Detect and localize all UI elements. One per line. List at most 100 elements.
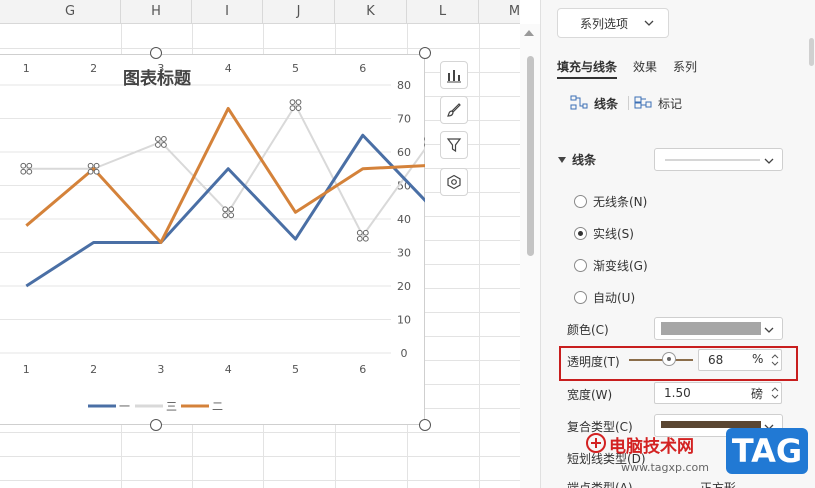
radio-label: 自动(U) bbox=[593, 290, 636, 305]
y-tick-label: 80 bbox=[397, 79, 411, 92]
transparency-spinner-icon[interactable] bbox=[770, 351, 780, 369]
radio-label: 渐变线(G) bbox=[593, 258, 648, 273]
chart-area[interactable]: 0102030405060708011223344556677图表标题一三二 bbox=[0, 54, 437, 426]
radio-circle-checked[interactable] bbox=[574, 226, 587, 240]
line-preview-swatch bbox=[665, 159, 760, 161]
subtab-line[interactable]: 线条 bbox=[570, 95, 618, 111]
transparency-label: 透明度(T) bbox=[567, 355, 620, 369]
legend-label-3: 二 bbox=[212, 400, 223, 413]
grid-line-horizontal bbox=[0, 48, 520, 49]
selected-point-marker bbox=[26, 162, 33, 169]
transparency-slider-knob[interactable] bbox=[662, 352, 676, 366]
column-header-m[interactable]: M bbox=[479, 0, 520, 24]
width-unit: 磅 bbox=[751, 387, 764, 401]
selected-point-marker bbox=[20, 162, 27, 169]
transparency-slider-track[interactable] bbox=[629, 359, 693, 361]
selected-point-marker bbox=[87, 162, 94, 169]
resize-handle-bottom-right[interactable] bbox=[419, 419, 431, 431]
column-header-g[interactable]: G bbox=[20, 0, 121, 24]
chevron-down-icon bbox=[644, 20, 654, 26]
legend-label-2: 三 bbox=[166, 400, 177, 413]
selected-point-marker bbox=[289, 99, 296, 105]
column-header-i[interactable]: I bbox=[192, 0, 263, 24]
selected-point-marker bbox=[362, 229, 369, 236]
selected-point-marker bbox=[93, 168, 100, 175]
width-value: 1.50 bbox=[664, 386, 691, 400]
spreadsheet[interactable]: GHIJKLM 0102030405060708011223344556677图… bbox=[0, 0, 520, 488]
x-tick-label-bottom: 3 bbox=[157, 363, 164, 376]
radio-gradient-line[interactable]: 渐变线(G) bbox=[574, 257, 648, 273]
resize-handle-top-right[interactable] bbox=[419, 47, 431, 59]
subtab-marker-label: 标记 bbox=[658, 96, 683, 111]
active-tab-indicator bbox=[557, 77, 617, 79]
y-tick-label: 20 bbox=[397, 280, 411, 293]
radio-circle[interactable] bbox=[574, 258, 587, 272]
selected-point-marker bbox=[362, 235, 369, 242]
scroll-up-icon[interactable] bbox=[524, 30, 534, 36]
selected-point-marker bbox=[356, 235, 363, 242]
selected-point-marker bbox=[155, 142, 161, 148]
y-tick-label: 60 bbox=[397, 146, 411, 159]
x-tick-label-bottom: 1 bbox=[23, 363, 30, 376]
watermark-text: 电脑技术网 bbox=[609, 437, 694, 457]
radio-auto[interactable]: 自动(U) bbox=[574, 289, 635, 305]
color-swatch bbox=[661, 322, 761, 335]
selected-point-marker bbox=[295, 99, 302, 105]
resize-handle-top[interactable] bbox=[150, 47, 162, 59]
selected-point-marker bbox=[228, 206, 235, 213]
color-label: 颜色(C) bbox=[567, 323, 609, 337]
width-spinner-icon[interactable] bbox=[770, 384, 780, 402]
line-preset-dropdown[interactable] bbox=[654, 148, 783, 171]
color-dropdown[interactable] bbox=[654, 317, 783, 340]
y-tick-label: 10 bbox=[397, 314, 411, 327]
cap-type-label: 端点类型(A) bbox=[567, 481, 633, 488]
column-header-bar: GHIJKLM bbox=[0, 0, 520, 24]
tab-series[interactable]: 系列 bbox=[673, 58, 697, 75]
collapse-triangle-icon bbox=[558, 156, 566, 163]
selected-point-marker bbox=[87, 168, 94, 175]
column-header-h[interactable]: H bbox=[121, 0, 192, 24]
hexagon-gear-icon bbox=[447, 174, 461, 190]
selected-point-marker bbox=[228, 212, 235, 219]
column-header-l[interactable]: L bbox=[407, 0, 479, 24]
radio-solid-line[interactable]: 实线(S) bbox=[574, 225, 634, 241]
radio-circle[interactable] bbox=[574, 194, 587, 208]
subtab-line-label: 线条 bbox=[594, 96, 619, 111]
tab-effects[interactable]: 效果 bbox=[633, 58, 657, 75]
x-tick-label-top: 2 bbox=[90, 62, 97, 75]
line-chart[interactable]: 0102030405060708011223344556677图表标题一三二 bbox=[0, 55, 437, 426]
panel-scrollbar[interactable] bbox=[809, 38, 814, 66]
transparency-value: 68 bbox=[708, 353, 724, 367]
chart-elements-icon bbox=[447, 70, 461, 83]
grid-line-vertical bbox=[479, 24, 480, 488]
line-section-title: 线条 bbox=[572, 153, 597, 167]
selected-point-marker bbox=[20, 168, 27, 175]
x-tick-label-top: 1 bbox=[23, 62, 30, 75]
y-tick-label: 40 bbox=[397, 213, 411, 226]
column-header-k[interactable]: K bbox=[335, 0, 407, 24]
column-header-j[interactable]: J bbox=[263, 0, 335, 24]
width-label: 宽度(W) bbox=[567, 388, 613, 402]
legend-label-1: 一 bbox=[119, 400, 130, 413]
chart-settings-button[interactable] bbox=[440, 168, 468, 196]
tab-fill-line[interactable]: 填充与线条 bbox=[557, 58, 617, 75]
chart-style-button[interactable] bbox=[440, 96, 468, 124]
grid-line-horizontal bbox=[0, 480, 520, 481]
x-tick-label-top: 4 bbox=[225, 62, 232, 75]
line-section-header[interactable]: 线条 bbox=[558, 151, 596, 168]
chevron-down-icon bbox=[764, 327, 774, 333]
scrollbar-thumb[interactable] bbox=[527, 56, 534, 256]
selected-point-marker bbox=[93, 162, 100, 169]
transparency-unit: % bbox=[752, 352, 764, 366]
watermark-logo-icon bbox=[586, 433, 606, 453]
resize-handle-bottom[interactable] bbox=[150, 419, 162, 431]
radio-no-line[interactable]: 无线条(N) bbox=[574, 193, 647, 209]
marker-style-icon bbox=[634, 96, 652, 109]
x-tick-label-bottom: 2 bbox=[90, 363, 97, 376]
chart-elements-button[interactable] bbox=[440, 61, 468, 89]
x-tick-label-bottom: 4 bbox=[225, 363, 232, 376]
radio-circle[interactable] bbox=[574, 290, 587, 304]
series-options-dropdown[interactable]: 系列选项 bbox=[557, 8, 669, 38]
chart-filter-button[interactable] bbox=[440, 131, 468, 159]
subtab-marker[interactable]: 标记 bbox=[634, 95, 682, 111]
